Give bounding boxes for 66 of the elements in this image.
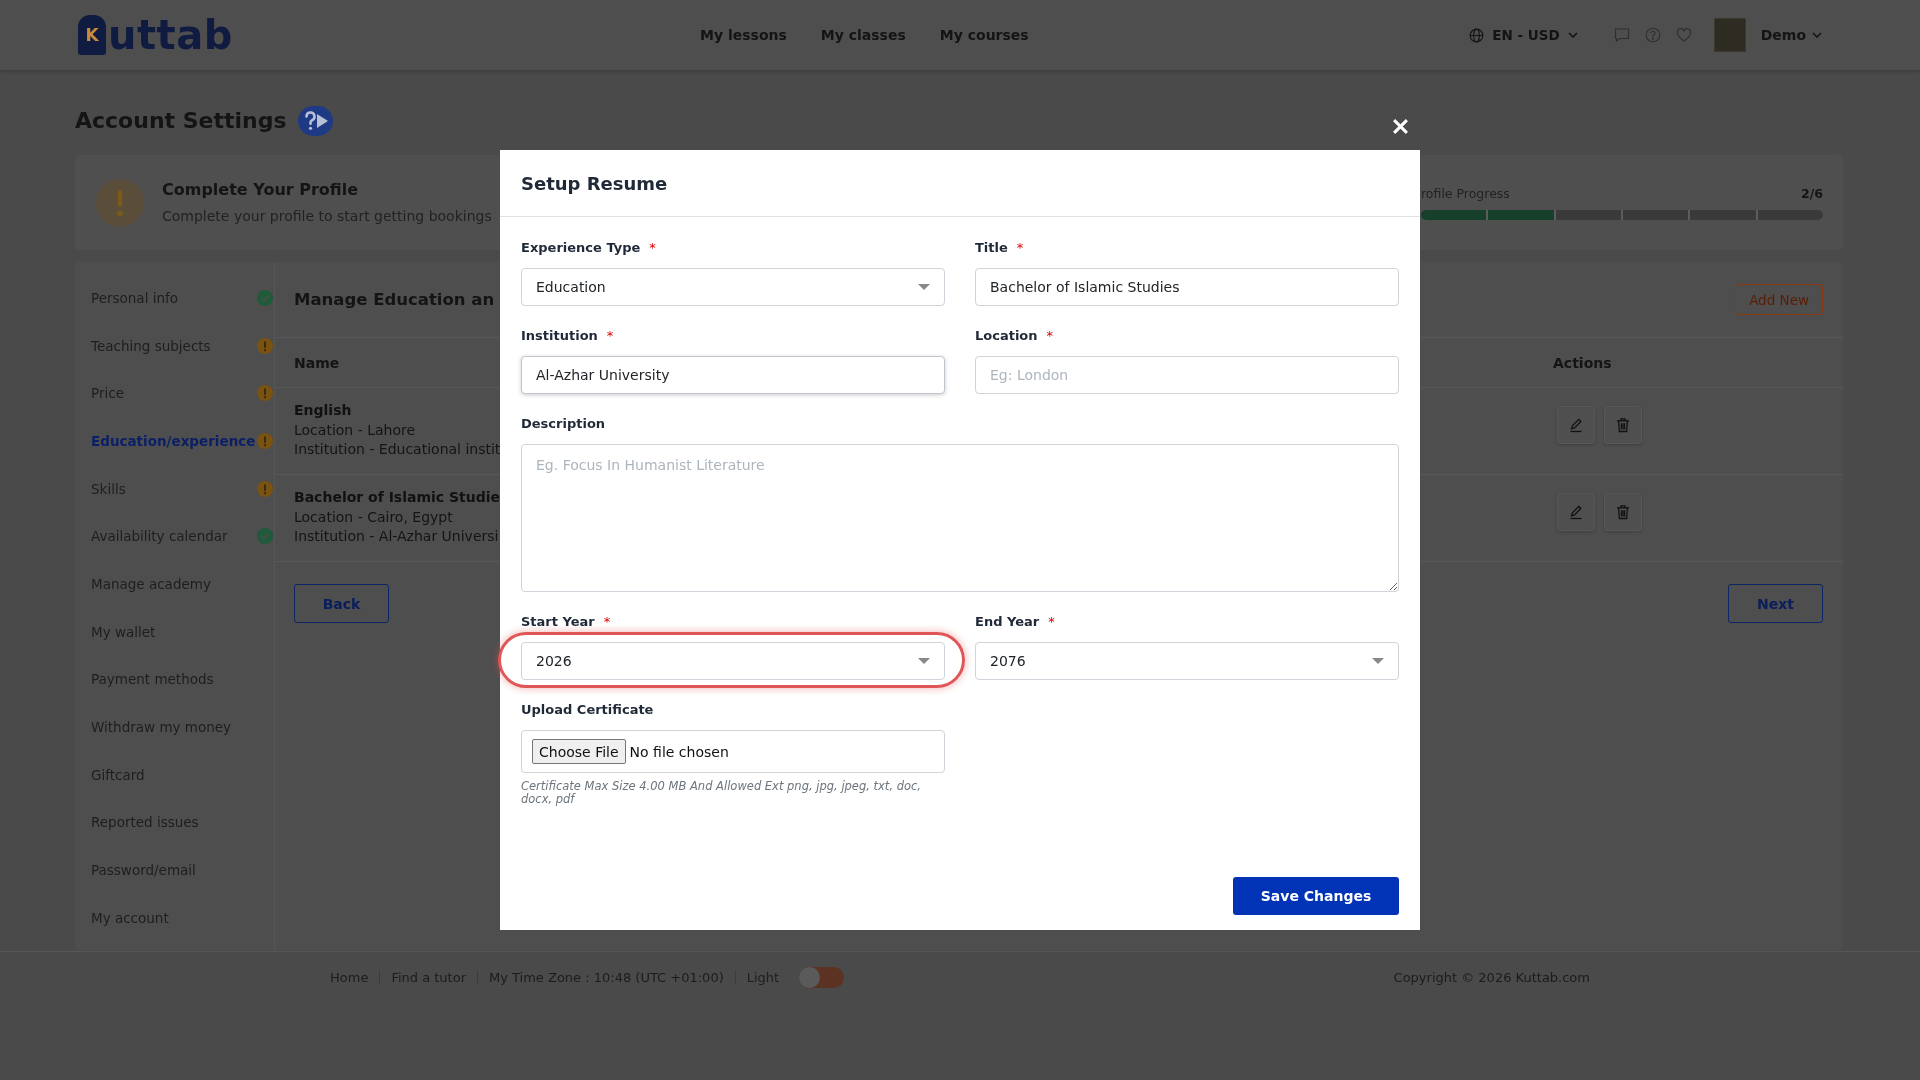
next-button[interactable]: Next <box>1728 584 1823 623</box>
field-label: Experience Type * <box>521 239 656 256</box>
field-label: Description <box>521 415 606 432</box>
progress-count: 2/6 <box>1801 185 1823 202</box>
avatar-photo <box>1713 18 1746 52</box>
heart-icon[interactable] <box>1675 27 1692 43</box>
trash-icon <box>1615 417 1631 433</box>
textarea-field[interactable]: Eg. Focus In Humanist Literature <box>521 444 1399 592</box>
pencil-icon <box>1568 504 1584 520</box>
field-label: Institution * <box>521 327 614 344</box>
field-label: End Year * <box>975 613 1055 630</box>
message-icon[interactable] <box>1613 27 1630 43</box>
dropdown-field[interactable]: 2026 <box>521 642 945 680</box>
entry-institution: Institution - Educational instit <box>294 440 501 459</box>
globe-icon <box>1469 27 1485 43</box>
add-new-button[interactable]: Add New <box>1735 284 1823 315</box>
pencil-icon <box>1568 417 1584 433</box>
entry-title: Bachelor of Islamic Studie <box>294 488 501 507</box>
nav-link[interactable]: My courses <box>939 27 1029 43</box>
field-label: Location * <box>975 327 1054 344</box>
logo-mark: K <box>78 15 106 55</box>
logo-wordmark: uttab <box>108 15 233 55</box>
entry-title: English <box>294 401 352 420</box>
nav-link[interactable]: My classes <box>820 27 906 43</box>
text-field[interactable]: Bachelor of Islamic Studies <box>975 268 1399 306</box>
section-title: Manage Education an <box>294 290 495 309</box>
close-button[interactable] <box>1392 118 1409 135</box>
choose-file-button[interactable]: Choose File <box>532 739 626 764</box>
entry-location: Location - Cairo, Egypt <box>294 507 453 527</box>
entry-institution: Institution - Al-Azhar Universi <box>294 527 499 546</box>
field-label: Upload Certificate <box>521 701 654 718</box>
dropdown-field[interactable]: 2076 <box>975 642 1399 680</box>
field-hint: Certificate Max Size 4.00 MB And Allowed Ext png, jpg, jpeg, txt, doc, docx, pdf <box>521 780 922 806</box>
theme-toggle[interactable] <box>799 966 845 988</box>
edit-button[interactable] <box>1557 493 1595 531</box>
chevron-down-icon <box>1567 32 1578 38</box>
caret-down-icon <box>1372 658 1384 664</box>
sidebar-item[interactable]: Education/experience <box>75 417 274 465</box>
language-menu[interactable]: EN - USD <box>1469 27 1578 43</box>
back-button[interactable]: Back <box>294 584 389 623</box>
delete-button[interactable] <box>1604 493 1642 531</box>
close-icon <box>1392 118 1409 135</box>
field-label: Title * <box>975 239 1024 256</box>
banner-title: Complete Your Profile <box>162 179 360 201</box>
nav-link[interactable]: My lessons <box>700 27 787 43</box>
dropdown-field[interactable]: Education <box>521 268 945 306</box>
help-icon[interactable] <box>1644 27 1661 43</box>
delete-button[interactable] <box>1604 406 1642 444</box>
entry-location: Location - Lahore <box>294 420 416 440</box>
file-upload-field[interactable]: Choose File No file chosen <box>521 730 945 773</box>
column-header: Actions <box>1553 354 1612 371</box>
trash-icon <box>1615 504 1631 520</box>
edit-button[interactable] <box>1557 406 1595 444</box>
column-header: Name <box>294 354 340 371</box>
caret-down-icon <box>918 284 930 290</box>
file-status-text: No file chosen <box>629 743 729 760</box>
help-video-icon[interactable] <box>297 106 333 136</box>
warning-icon <box>96 178 144 227</box>
caret-down-icon <box>918 658 930 664</box>
text-field[interactable]: Al-Azhar University <box>521 356 945 394</box>
modal-title: Setup Resume <box>521 172 668 194</box>
user-menu[interactable]: Demo <box>1713 18 1822 52</box>
text-field[interactable]: Eg: London <box>975 356 1399 394</box>
save-changes-button[interactable]: Save Changes <box>1233 877 1399 915</box>
chevron-down-icon <box>1812 32 1822 38</box>
field-label: Start Year * <box>521 613 611 630</box>
